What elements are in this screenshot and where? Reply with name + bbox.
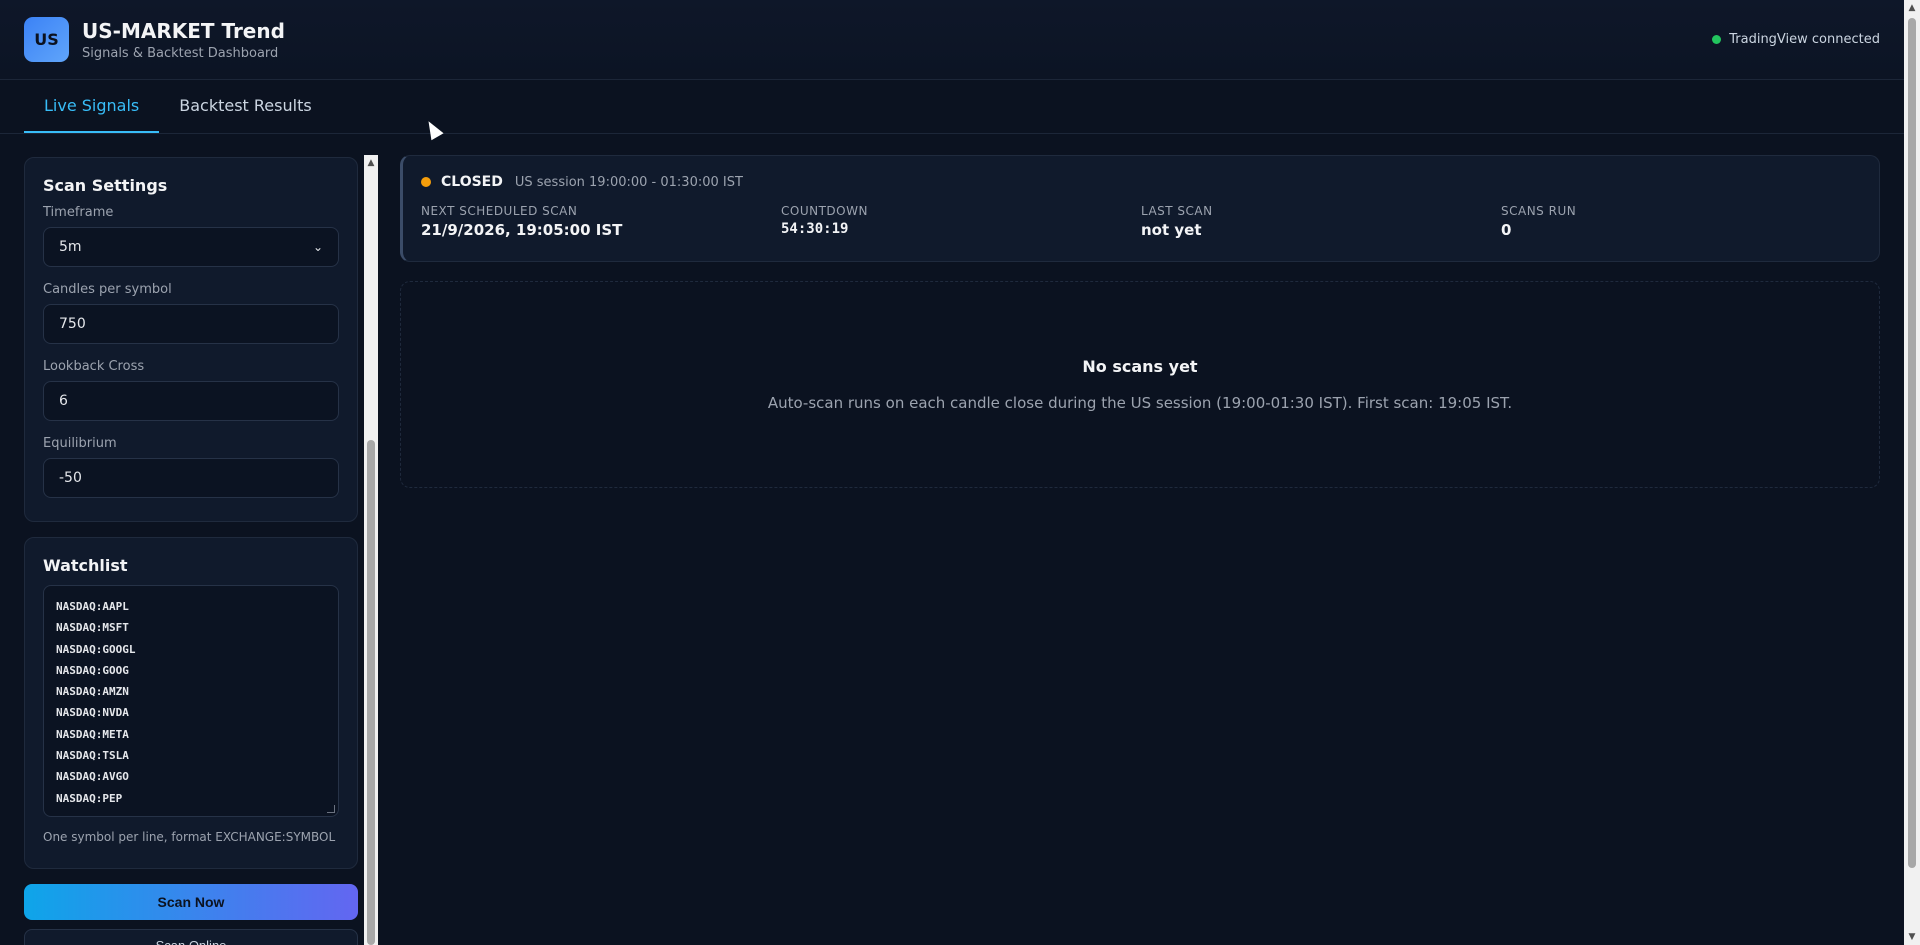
- tab-backtest-results[interactable]: Backtest Results: [159, 79, 331, 133]
- stat-scans-run: SCANS RUN 0: [1501, 204, 1861, 239]
- scroll-up-arrow-icon[interactable]: ▲: [1904, 0, 1920, 16]
- tab-bar: Live Signals Backtest Results: [0, 80, 1904, 134]
- stat-value: not yet: [1141, 221, 1202, 239]
- empty-state: No scans yet Auto-scan runs on each cand…: [400, 281, 1880, 488]
- app-logo: US: [24, 17, 69, 62]
- empty-state-title: No scans yet: [1082, 357, 1198, 376]
- page-scrollbar-thumb[interactable]: [1908, 18, 1916, 868]
- tab-live-signals[interactable]: Live Signals: [24, 79, 160, 133]
- stat-last-scan: LAST SCAN not yet: [1141, 204, 1501, 239]
- chevron-down-icon: ⌄: [312, 240, 323, 254]
- watchlist-symbol: NASDAQ:GOOGL: [56, 642, 136, 656]
- watchlist-symbol: NASDAQ:NVDA: [56, 706, 129, 720]
- session-status-header: CLOSED US session 19:00:00 - 01:30:00 IS…: [421, 174, 1861, 190]
- status-dot-icon: [1712, 35, 1722, 44]
- session-hours: US session 19:00:00 - 01:30:00 IST: [514, 174, 743, 190]
- page-scrollbar[interactable]: ▲ ▼: [1904, 0, 1920, 945]
- empty-state-message: Auto-scan runs on each candle close duri…: [767, 394, 1513, 412]
- stat-label: NEXT SCHEDULED SCAN: [421, 204, 578, 218]
- stat-value: 54:30:19: [781, 221, 849, 237]
- sidebar: Scan Settings Timeframe 5m ⌄ Candles per…: [24, 157, 358, 945]
- app-title: US-MARKET Trend: [82, 18, 285, 43]
- timeframe-value: 5m: [59, 239, 82, 255]
- stat-value: 0: [1501, 221, 1512, 239]
- scan-stats: NEXT SCHEDULED SCAN 21/9/2026, 19:05:00 …: [421, 204, 1861, 239]
- timeframe-select[interactable]: 5m ⌄: [43, 227, 339, 267]
- candles-label: Candles per symbol: [43, 282, 172, 297]
- brand: US-MARKET Trend Signals & Backtest Dashb…: [82, 19, 285, 61]
- connection-status: TradingView connected: [1712, 32, 1880, 47]
- stat-next-scan: NEXT SCHEDULED SCAN 21/9/2026, 19:05:00 …: [421, 204, 781, 239]
- watchlist-textarea[interactable]: NASDAQ:AAPL NASDAQ:MSFT NASDAQ:GOOGL NAS…: [43, 585, 339, 817]
- scroll-up-arrow-icon[interactable]: ▲: [364, 155, 378, 171]
- stat-label: SCANS RUN: [1501, 204, 1577, 218]
- stat-label: COUNTDOWN: [781, 204, 868, 218]
- timeframe-label: Timeframe: [43, 205, 114, 220]
- lookback-input[interactable]: 6: [43, 381, 339, 421]
- app-subtitle: Signals & Backtest Dashboard: [82, 45, 279, 61]
- watchlist-hint: One symbol per line, format EXCHANGE:SYM…: [43, 830, 336, 844]
- watchlist-symbol: NASDAQ:META: [56, 727, 129, 741]
- lookback-label: Lookback Cross: [43, 359, 145, 374]
- stat-value: 21/9/2026, 19:05:00 IST: [421, 221, 623, 239]
- watchlist-symbol: NASDAQ:AAPL: [56, 600, 129, 613]
- app-root: US US-MARKET Trend Signals & Backtest Da…: [0, 0, 1920, 945]
- stat-countdown: COUNTDOWN 54:30:19: [781, 204, 1141, 239]
- watchlist-symbol: NASDAQ:PEP: [56, 791, 123, 805]
- watchlist-symbol: NASDAQ:AVGO: [56, 770, 129, 784]
- scan-now-button[interactable]: Scan Now: [24, 884, 358, 920]
- status-dot-icon: [421, 177, 431, 187]
- watchlist-symbol: NASDAQ:TSLA: [56, 749, 129, 763]
- scan-settings-card: Scan Settings Timeframe 5m ⌄ Candles per…: [24, 157, 358, 522]
- equilibrium-label: Equilibrium: [43, 436, 117, 451]
- watchlist-symbol: NASDAQ:MSFT: [56, 621, 129, 635]
- watchlist-symbol: NASDAQ:GOOG: [56, 663, 129, 677]
- candles-input[interactable]: 750: [43, 304, 339, 344]
- sidebar-scrollbar[interactable]: ▲: [364, 155, 378, 945]
- connection-status-label: TradingView connected: [1729, 32, 1880, 47]
- stat-label: LAST SCAN: [1141, 204, 1213, 218]
- scan-settings-title: Scan Settings: [43, 176, 168, 195]
- session-status-card: CLOSED US session 19:00:00 - 01:30:00 IS…: [400, 155, 1880, 262]
- watchlist-title: Watchlist: [43, 556, 128, 575]
- app-header: US US-MARKET Trend Signals & Backtest Da…: [0, 0, 1904, 80]
- watchlist-card: Watchlist NASDAQ:AAPL NASDAQ:MSFT NASDAQ…: [24, 537, 358, 869]
- resize-handle-icon[interactable]: [327, 805, 335, 813]
- scroll-down-arrow-icon[interactable]: ▼: [1904, 929, 1920, 945]
- equilibrium-input[interactable]: -50: [43, 458, 339, 498]
- market-state: CLOSED: [441, 174, 503, 190]
- secondary-action-button[interactable]: Scan Online: [24, 929, 358, 945]
- sidebar-scrollbar-thumb[interactable]: [367, 440, 375, 945]
- watchlist-symbol: NASDAQ:AMZN: [56, 685, 129, 699]
